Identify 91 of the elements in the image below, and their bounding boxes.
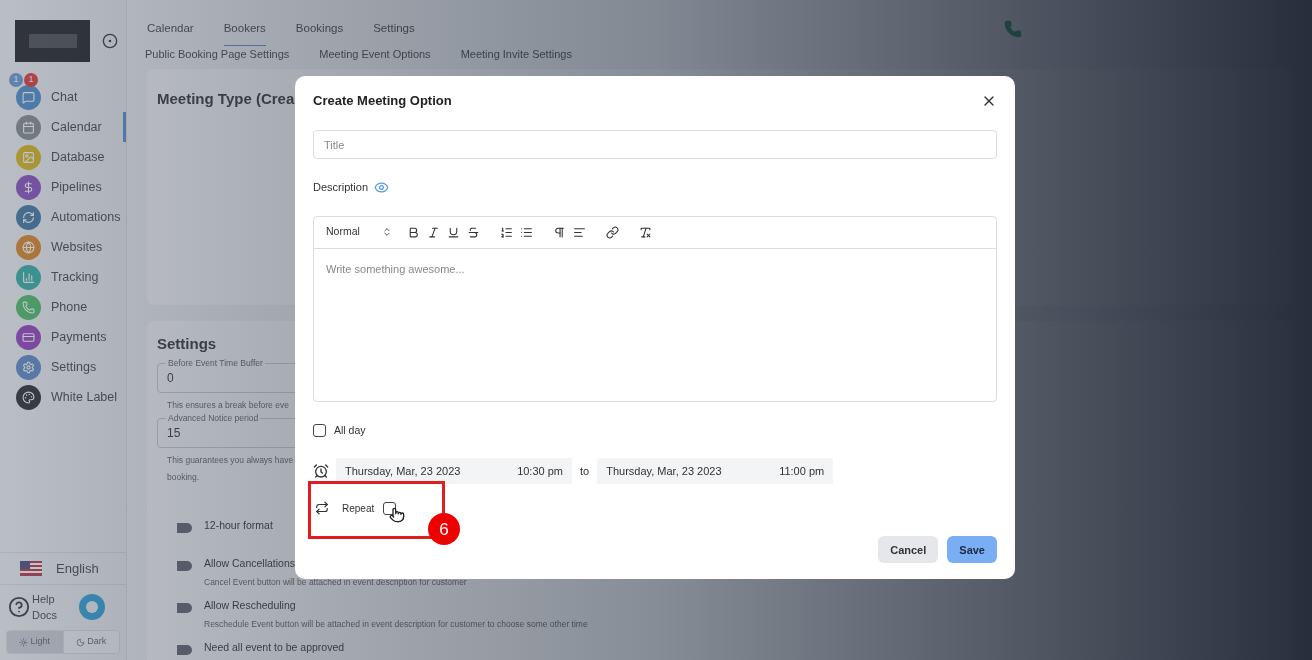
subtab[interactable]: Public Booking Page Settings	[145, 46, 290, 63]
sidebar-item[interactable]: Payments	[0, 322, 126, 352]
subtab[interactable]: Meeting Event Options	[319, 46, 431, 63]
count-badge: 1	[9, 73, 23, 87]
eye-icon[interactable]	[374, 179, 390, 195]
tab[interactable]: Calendar	[147, 20, 194, 46]
moon-icon	[76, 637, 86, 647]
paragraph-icon[interactable]	[552, 225, 566, 239]
sidebar-label: Phone	[51, 298, 88, 316]
italic-icon[interactable]	[426, 225, 440, 239]
card-title: Settings	[157, 333, 218, 354]
settings-icon	[16, 354, 41, 380]
field-label: Description	[313, 180, 369, 195]
toggle-label: Allow Cancellations	[204, 556, 297, 572]
language-selector[interactable]: English	[0, 552, 126, 584]
toggle-label: Need all event to be approved	[204, 640, 345, 656]
rich-text-editor[interactable]: Normal Write something awesome...	[313, 215, 997, 402]
sidebar-label: Tracking	[51, 268, 99, 286]
count-badge: 1	[24, 73, 38, 87]
sidebar-item[interactable]: Automations	[0, 202, 126, 232]
help-link[interactable]: Docs	[32, 606, 58, 623]
chevrons-icon	[381, 227, 392, 237]
help-text: This guarantees you always have	[167, 455, 294, 466]
underline-icon[interactable]	[446, 225, 460, 239]
tab[interactable]: Bookings	[295, 20, 344, 46]
sidebar-item[interactable]: Database	[0, 142, 126, 172]
refresh-icon	[16, 204, 41, 230]
sidebar-item[interactable]: White Label	[0, 382, 126, 412]
theme-toggle[interactable]: Light	[7, 631, 63, 653]
flag-icon	[20, 561, 42, 576]
hand-cursor-icon	[389, 506, 405, 525]
tab[interactable]: Bookers	[223, 20, 266, 47]
save-button[interactable]: Save	[947, 536, 997, 564]
dollar-icon	[16, 174, 41, 200]
sidebar-item[interactable]: Phone	[0, 292, 126, 322]
bullet-list-icon[interactable]	[519, 225, 533, 239]
title-field[interactable]: Title	[313, 130, 997, 159]
numbered-list-icon[interactable]	[499, 225, 513, 239]
sidebar-label: White Label	[51, 388, 117, 406]
date-time-picker[interactable]: Thursday, Mar, 23 2023 11:00 pm	[597, 458, 834, 485]
help-link[interactable]: Help	[32, 590, 58, 607]
sun-icon	[19, 637, 29, 647]
sidebar-label: Calendar	[51, 118, 102, 136]
toggle-switch[interactable]	[177, 645, 192, 656]
toggle-switch[interactable]	[177, 523, 192, 534]
date-time-picker[interactable]: Thursday, Mar, 23 2023 10:30 pm	[336, 458, 572, 485]
toggle-description: Reschedule Event button will be attached in event description for customer to choose some other time	[204, 618, 588, 631]
theme-toggle[interactable]: Dark	[62, 631, 119, 653]
toggle-switch[interactable]	[177, 603, 192, 614]
sidebar-item[interactable]: Settings	[0, 352, 126, 382]
sidebar-label: Pipelines	[51, 178, 102, 196]
all-day-checkbox[interactable]	[313, 423, 326, 437]
image-icon	[16, 144, 41, 170]
sidebar-item[interactable]: Websites	[0, 232, 126, 262]
sidebar-label: Database	[51, 148, 105, 166]
sidebar-label: Chat	[51, 88, 78, 106]
sidebar-label: Settings	[51, 358, 97, 376]
phone-icon	[16, 294, 41, 320]
radio-icon[interactable]	[102, 33, 118, 49]
chart-icon	[16, 264, 41, 290]
sidebar-item[interactable]: Tracking	[0, 262, 126, 292]
link-icon[interactable]	[605, 225, 619, 239]
card-title: Meeting Type (Crea	[157, 89, 295, 107]
alarm-clock-icon	[313, 463, 329, 480]
palette-icon	[16, 384, 41, 410]
globe-icon	[16, 234, 41, 260]
range-separator: to	[580, 464, 590, 479]
dialog-title: Create Meeting Option	[313, 92, 452, 111]
toggle-label: Allow Rescheduling	[204, 598, 297, 614]
format-dropdown[interactable]: Normal	[326, 224, 392, 240]
help-text: This ensures a break before eve	[167, 400, 289, 411]
toggle-switch[interactable]	[177, 561, 192, 572]
strikethrough-icon[interactable]	[466, 225, 480, 239]
help-icon[interactable]	[8, 595, 30, 618]
chat-icon	[16, 84, 41, 110]
tab[interactable]: Settings	[373, 20, 415, 46]
toggle-label: 12-hour format	[204, 518, 273, 534]
clear-format-icon[interactable]	[638, 225, 652, 239]
sidebar-label: Payments	[51, 328, 107, 346]
calendar-icon	[16, 114, 41, 140]
sidebar-label: Automations	[51, 208, 121, 226]
cancel-button[interactable]: Cancel	[878, 536, 939, 564]
sidebar-item[interactable]: Pipelines	[0, 172, 126, 202]
repeat-icon	[315, 501, 329, 516]
checkbox-label: Repeat	[342, 501, 375, 516]
help-text: booking.	[167, 472, 200, 483]
sidebar-label: Websites	[51, 238, 103, 256]
card-icon	[16, 324, 41, 350]
step-badge: 6	[428, 513, 460, 546]
align-icon[interactable]	[572, 225, 586, 239]
subtab[interactable]: Meeting Invite Settings	[460, 46, 572, 63]
